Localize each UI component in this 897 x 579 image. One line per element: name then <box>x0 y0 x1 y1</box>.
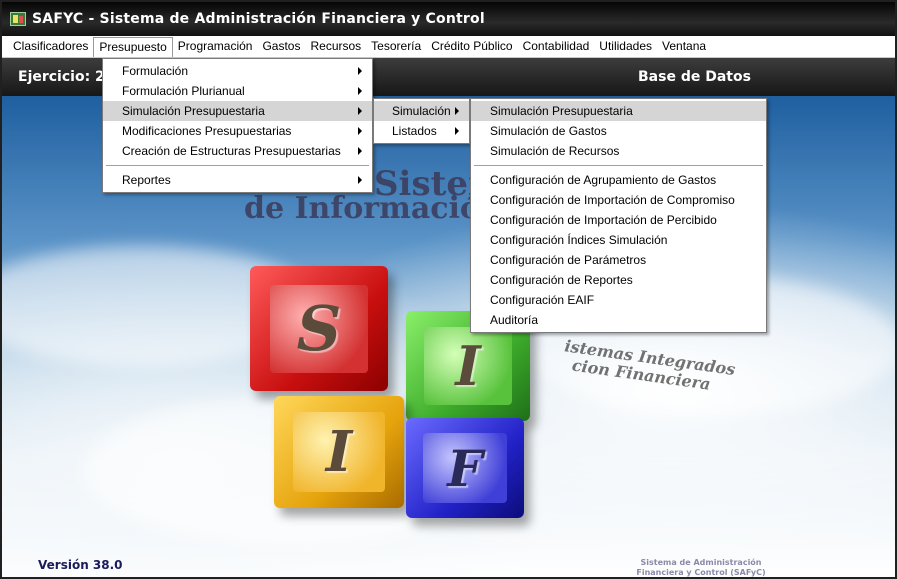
menu-bar: Clasificadores Presupuesto Programación … <box>2 36 895 58</box>
menu-gastos[interactable]: Gastos <box>257 37 305 56</box>
menu-item-label: Formulación <box>122 64 189 78</box>
menu-item-simulacion[interactable]: Simulación <box>374 101 469 121</box>
menu-ventana[interactable]: Ventana <box>657 37 711 56</box>
base-datos-label: Base de Datos <box>638 69 751 85</box>
safyc-app-icon[interactable] <box>10 12 26 26</box>
menu-programacion[interactable]: Programación <box>173 37 258 56</box>
menu-item-label: Modificaciones Presupuestarias <box>122 124 292 138</box>
ejercicio-label: Ejercicio: 2 <box>18 69 105 85</box>
submenu-arrow-icon <box>358 176 362 184</box>
menu-item-formulacion-plurianual[interactable]: Formulación Plurianual <box>103 81 372 101</box>
submenu-arrow-icon <box>455 127 459 135</box>
menu-credito-publico[interactable]: Crédito Público <box>426 37 517 56</box>
presupuesto-menu: Formulación Formulación Plurianual Simul… <box>102 58 373 193</box>
menu-contabilidad[interactable]: Contabilidad <box>518 37 595 56</box>
menu-item-modificaciones-presupuestarias[interactable]: Modificaciones Presupuestarias <box>103 121 372 141</box>
menu-recursos[interactable]: Recursos <box>305 37 366 56</box>
menu-item-label: Simulación <box>392 104 451 118</box>
submenu-arrow-icon <box>358 127 362 135</box>
menu-item-sim-recursos[interactable]: Simulación de Recursos <box>471 141 766 161</box>
menu-item-listados[interactable]: Listados <box>374 121 469 141</box>
menu-item-config-eaif[interactable]: Configuración EAIF <box>471 290 766 310</box>
footer-line2: Financiera y Control (SAFyC) <box>636 568 766 577</box>
menu-item-config-indices-simulacion[interactable]: Configuración Índices Simulación <box>471 230 766 250</box>
cube-letter-f: F <box>423 433 507 503</box>
simulacion-submenu: Simulación Presupuestaria Simulación de … <box>470 98 767 333</box>
menu-item-config-reportes[interactable]: Configuración de Reportes <box>471 270 766 290</box>
cube-letter-s: S <box>270 284 368 373</box>
menu-item-label: Reportes <box>122 173 171 187</box>
menu-item-config-importacion-percibido[interactable]: Configuración de Importación de Percibid… <box>471 210 766 230</box>
menu-presupuesto[interactable]: Presupuesto <box>93 36 173 57</box>
menu-item-creacion-estructuras[interactable]: Creación de Estructuras Presupuestarias <box>103 141 372 161</box>
menu-item-label: Listados <box>392 124 437 138</box>
menu-separator <box>106 165 369 166</box>
title-bar[interactable]: SAFYC - Sistema de Administración Financ… <box>2 2 895 36</box>
menu-separator <box>474 165 763 166</box>
window-title: SAFYC - Sistema de Administración Financ… <box>32 11 485 27</box>
cube-letter-i-yellow: I <box>293 412 385 492</box>
menu-item-label: Simulación Presupuestaria <box>122 104 265 118</box>
simulacion-presupuestaria-submenu: Simulación Listados <box>373 98 470 144</box>
submenu-arrow-icon <box>358 87 362 95</box>
menu-item-label: Formulación Plurianual <box>122 84 245 98</box>
menu-tesoreria[interactable]: Tesorería <box>366 37 426 56</box>
logo-cube-blue: F <box>406 418 524 518</box>
menu-clasificadores[interactable]: Clasificadores <box>8 37 93 56</box>
footer-line1: Sistema de Administración <box>640 558 762 567</box>
footer-note: Sistema de Administración Financiera y C… <box>606 558 796 577</box>
menu-item-label: Creación de Estructuras Presupuestarias <box>122 144 341 158</box>
menu-item-sim-gastos[interactable]: Simulación de Gastos <box>471 121 766 141</box>
menu-item-config-agrupamiento-gastos[interactable]: Configuración de Agrupamiento de Gastos <box>471 170 766 190</box>
menu-item-config-parametros[interactable]: Configuración de Parámetros <box>471 250 766 270</box>
menu-item-simulacion-presupuestaria[interactable]: Simulación Presupuestaria <box>103 101 372 121</box>
menu-item-sim-presupuestaria[interactable]: Simulación Presupuestaria <box>471 101 766 121</box>
main-window: SAFYC - Sistema de Administración Financ… <box>0 0 897 579</box>
submenu-arrow-icon <box>455 107 459 115</box>
submenu-arrow-icon <box>358 67 362 75</box>
submenu-arrow-icon <box>358 107 362 115</box>
logo-cube-yellow: I <box>274 396 404 508</box>
version-label: Versión 38.0 <box>38 558 123 572</box>
menu-item-auditoria[interactable]: Auditoría <box>471 310 766 330</box>
menu-utilidades[interactable]: Utilidades <box>594 37 657 56</box>
cube-letter-i-green: I <box>424 327 512 405</box>
menu-item-config-importacion-compromiso[interactable]: Configuración de Importación de Compromi… <box>471 190 766 210</box>
submenu-arrow-icon <box>358 147 362 155</box>
menu-item-reportes[interactable]: Reportes <box>103 170 372 190</box>
logo-cube-red: S <box>250 266 388 391</box>
splash-title-line2: de Informació <box>244 191 480 226</box>
menu-item-formulacion[interactable]: Formulación <box>103 61 372 81</box>
